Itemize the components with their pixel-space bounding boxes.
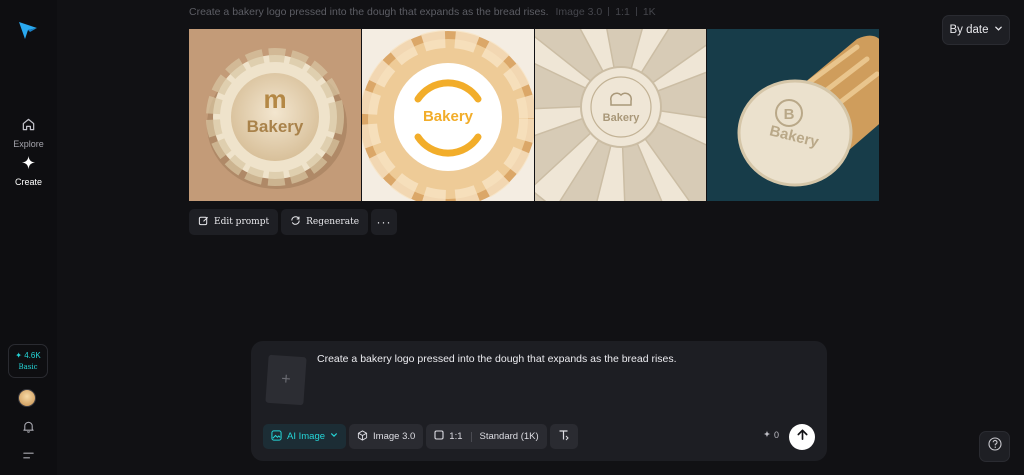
regenerate-button[interactable]: Regenerate xyxy=(281,209,369,235)
image-tile[interactable]: Bakery xyxy=(361,29,534,201)
plan-label: Basic xyxy=(18,363,38,371)
aspect-ratio-icon xyxy=(434,430,444,443)
size-selector[interactable]: 1:1 Standard (1K) xyxy=(426,424,547,449)
credits-badge[interactable]: ✦ 4.6K Basic xyxy=(8,344,48,378)
more-options-button[interactable]: ··· xyxy=(371,209,398,235)
prompt-header-text: Create a bakery logo pressed into the do… xyxy=(189,6,549,18)
nav-explore-label: Explore xyxy=(13,139,44,149)
mode-label: AI Image xyxy=(287,431,326,442)
refresh-icon xyxy=(290,215,301,229)
baguette-stamped-image: B Bakery xyxy=(707,29,879,201)
model-selector[interactable]: Image 3.0 xyxy=(349,424,424,449)
home-icon xyxy=(21,117,36,137)
credit-cost: 0 xyxy=(763,430,779,440)
edit-prompt-button[interactable]: Edit prompt xyxy=(189,209,279,235)
send-button[interactable] xyxy=(789,424,815,450)
tile3-text: Bakery xyxy=(602,112,640,124)
menu-icon[interactable] xyxy=(19,446,37,464)
sort-dropdown[interactable]: By date xyxy=(942,15,1010,45)
cube-icon xyxy=(357,429,368,444)
bell-icon[interactable] xyxy=(19,417,37,435)
svg-text:m: m xyxy=(263,84,286,114)
prompt-header-ratio: 1:1 xyxy=(615,6,630,18)
image-tile[interactable]: B Bakery xyxy=(707,29,879,201)
prompt-composer: + Create a bakery logo pressed into the … xyxy=(251,341,827,461)
avatar[interactable] xyxy=(18,389,36,407)
sidebar: Explore Create ✦ 4.6K Basic xyxy=(0,0,57,475)
image-actions: Edit prompt Regenerate ··· xyxy=(189,209,398,235)
generated-images: m Bakery Bakery Bakery B Bakery xyxy=(189,29,879,201)
plus-icon: + xyxy=(280,370,292,389)
chevron-down-icon xyxy=(994,24,1003,36)
model-label: Image 3.0 xyxy=(373,431,416,442)
regenerate-label: Regenerate xyxy=(306,217,360,227)
image-tile[interactable]: m Bakery xyxy=(189,29,361,201)
mode-selector[interactable]: AI Image xyxy=(263,424,347,449)
text-format-icon xyxy=(558,429,570,444)
prompt-header-resolution: 1K xyxy=(642,6,656,18)
attach-image-button[interactable]: + xyxy=(265,354,307,406)
help-button[interactable] xyxy=(979,431,1010,462)
arrow-up-icon xyxy=(796,428,809,446)
sort-label: By date xyxy=(949,24,989,36)
text-style-button[interactable] xyxy=(549,424,578,449)
ratio-label: 1:1 xyxy=(449,431,463,442)
sparkle-icon xyxy=(763,430,771,440)
edit-icon xyxy=(198,215,209,229)
prompt-header-model: Image 3.0 xyxy=(555,6,603,18)
quality-label: Standard (1K) xyxy=(479,431,539,442)
question-icon xyxy=(987,437,1002,456)
credits-amount: ✦ 4.6K xyxy=(15,351,41,360)
image-mode-icon xyxy=(271,429,282,444)
paper-plane-logo[interactable] xyxy=(17,19,39,41)
more-icon: ··· xyxy=(376,215,392,229)
image-tile[interactable]: Bakery xyxy=(534,29,707,201)
prompt-header: Create a bakery logo pressed into the do… xyxy=(189,6,656,18)
twisted-dough-wreath-image: m Bakery xyxy=(189,29,361,201)
sunburst-dough-image: Bakery xyxy=(534,29,707,201)
svg-text:B: B xyxy=(784,106,795,123)
credit-cost-value: 0 xyxy=(774,430,780,440)
nav-explore[interactable]: Explore xyxy=(0,117,57,149)
edit-prompt-label: Edit prompt xyxy=(214,217,270,227)
chevron-down-icon xyxy=(330,431,338,442)
prompt-input[interactable]: Create a bakery logo pressed into the do… xyxy=(317,353,677,365)
nav-create[interactable]: Create xyxy=(0,155,57,187)
nav-create-label: Create xyxy=(14,177,42,187)
sparkle-icon xyxy=(21,155,36,175)
bread-ring-image: Bakery xyxy=(361,29,534,201)
composer-toolbar: AI Image Image 3.0 1:1 Standard (1K) xyxy=(263,424,578,449)
tile2-text: Bakery xyxy=(423,108,474,125)
tile1-text: Bakery xyxy=(247,117,304,136)
